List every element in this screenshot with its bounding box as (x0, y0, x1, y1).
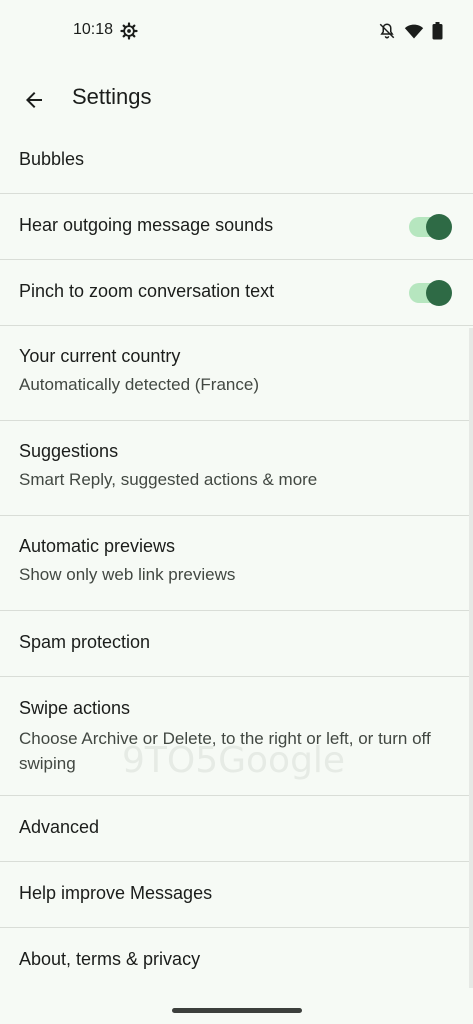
setting-previews[interactable]: Automatic previews Show only web link pr… (0, 516, 473, 611)
pinch-zoom-toggle[interactable] (409, 280, 452, 306)
setting-subtitle: Choose Archive or Delete, to the right o… (19, 729, 431, 773)
setting-title: Advanced (19, 817, 100, 837)
setting-country[interactable]: Your current country Automatically detec… (0, 326, 473, 421)
setting-title: Swipe actions (19, 698, 131, 718)
back-button[interactable] (14, 80, 54, 120)
app-bar: Settings (0, 70, 473, 126)
outgoing-sounds-toggle[interactable] (409, 214, 452, 240)
setting-bubbles[interactable]: Bubbles (0, 128, 473, 194)
setting-spam[interactable]: Spam protection (0, 611, 473, 677)
scrollbar[interactable] (469, 328, 473, 988)
status-bar: 10:18 (0, 0, 473, 62)
setting-title: Suggestions (19, 441, 119, 461)
toggle-thumb (426, 214, 452, 240)
settings-list: Bubbles Hear outgoing message sounds Pin… (0, 128, 473, 994)
bell-off-icon (378, 22, 396, 40)
settings-gear-icon (120, 22, 138, 40)
arrow-back-icon (26, 92, 42, 108)
setting-outgoing-sounds[interactable]: Hear outgoing message sounds (0, 194, 473, 260)
setting-subtitle: Show only web link previews (19, 565, 236, 584)
setting-title: Spam protection (19, 632, 151, 652)
setting-title: Bubbles (19, 149, 85, 169)
setting-title: About, terms & privacy (19, 949, 201, 969)
setting-swipe[interactable]: Swipe actions Choose Archive or Delete, … (0, 677, 473, 796)
wifi-icon (404, 22, 424, 40)
setting-title: Pinch to zoom conversation text (19, 281, 275, 301)
setting-advanced[interactable]: Advanced (0, 796, 473, 862)
setting-title: Hear outgoing message sounds (19, 215, 274, 235)
setting-pinch-zoom[interactable]: Pinch to zoom conversation text (0, 260, 473, 326)
status-time: 10:18 (73, 21, 114, 38)
setting-subtitle: Smart Reply, suggested actions & more (19, 470, 318, 489)
setting-title: Help improve Messages (19, 883, 213, 903)
setting-suggestions[interactable]: Suggestions Smart Reply, suggested actio… (0, 421, 473, 516)
status-icons (378, 22, 443, 40)
toggle-thumb (426, 280, 452, 306)
setting-title: Automatic previews (19, 536, 176, 556)
page-title: Settings (72, 84, 152, 109)
setting-help[interactable]: Help improve Messages (0, 862, 473, 928)
setting-title: Your current country (19, 346, 181, 366)
setting-about[interactable]: About, terms & privacy (0, 928, 473, 994)
gesture-nav-handle[interactable] (172, 1008, 302, 1013)
battery-icon (432, 22, 443, 40)
setting-subtitle: Automatically detected (France) (19, 375, 259, 394)
